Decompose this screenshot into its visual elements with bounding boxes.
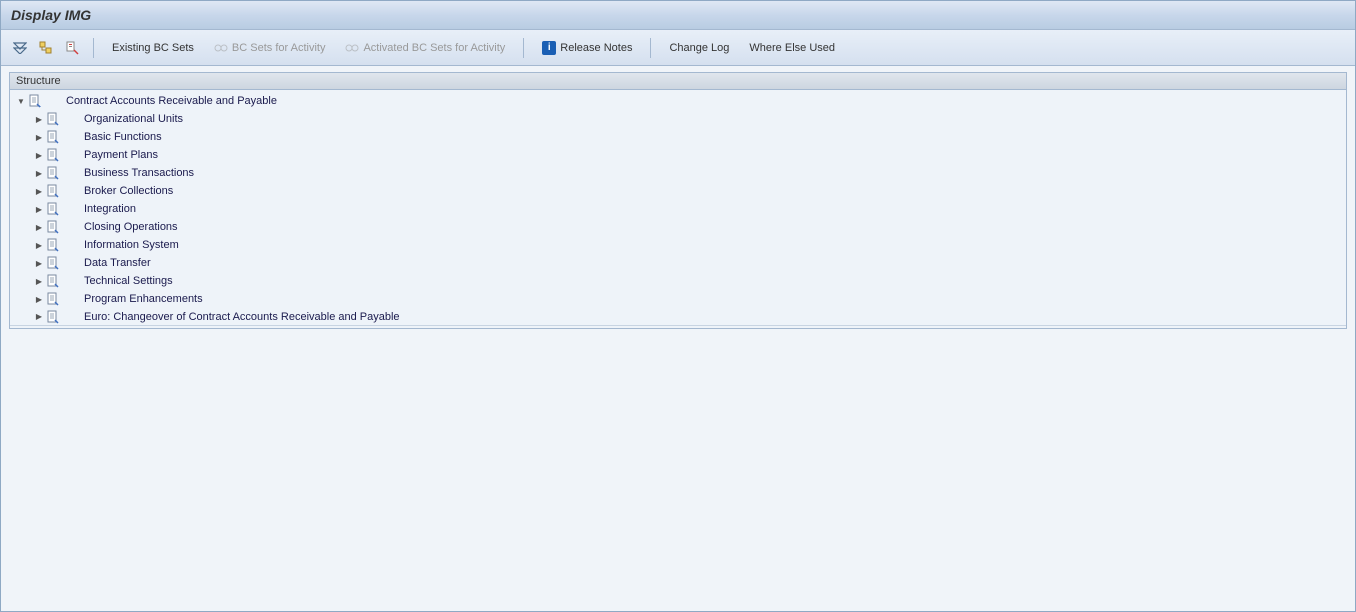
activated-bc-sets-button: Activated BC Sets for Activity <box>337 38 513 58</box>
tree-node[interactable]: ▶ Program Enhancements <box>10 290 1346 308</box>
document-icon[interactable] <box>46 238 60 252</box>
tree-node-label: Business Transactions <box>82 167 194 179</box>
title-bar: Display IMG <box>1 1 1355 30</box>
document-icon[interactable] <box>46 220 60 234</box>
document-icon[interactable] <box>28 94 42 108</box>
collapse-icon[interactable]: ▼ <box>16 96 26 106</box>
img-tree: ▼ Contract Accounts Receivable and Payab… <box>9 90 1347 329</box>
expand-icon[interactable]: ▶ <box>34 276 44 286</box>
bc-sets-for-activity-label: BC Sets for Activity <box>232 42 326 54</box>
toolbar-separator <box>93 38 94 58</box>
page-title: Display IMG <box>11 7 91 23</box>
tree-node-label: Integration <box>82 203 136 215</box>
where-else-used-label: Where Else Used <box>749 42 835 54</box>
tree-node-label: Euro: Changeover of Contract Accounts Re… <box>82 311 400 323</box>
tree-node-label: Data Transfer <box>82 257 151 269</box>
tree-node-label: Closing Operations <box>82 221 178 233</box>
expand-icon[interactable]: ▶ <box>34 204 44 214</box>
tree-node-label: Broker Collections <box>82 185 173 197</box>
tree-node[interactable]: ▶ Euro: Changeover of Contract Accounts … <box>10 308 1346 326</box>
document-icon[interactable] <box>46 310 60 324</box>
info-icon: i <box>542 41 556 55</box>
expand-icon[interactable]: ▶ <box>34 258 44 268</box>
tree-node-label: Organizational Units <box>82 113 183 125</box>
document-icon[interactable] <box>46 274 60 288</box>
glasses-icon <box>345 43 359 53</box>
expand-icon[interactable]: ▶ <box>34 168 44 178</box>
glasses-icon <box>214 43 228 53</box>
change-log-button[interactable]: Change Log <box>661 38 737 58</box>
document-icon[interactable] <box>46 148 60 162</box>
tree-root-label: Contract Accounts Receivable and Payable <box>64 95 277 107</box>
tree-node[interactable]: ▶ Integration <box>10 200 1346 218</box>
existing-bc-sets-label: Existing BC Sets <box>112 42 194 54</box>
document-icon[interactable] <box>46 130 60 144</box>
menu-dropdown-icon[interactable] <box>9 37 31 59</box>
document-icon[interactable] <box>46 256 60 270</box>
expand-tree-icon[interactable] <box>35 37 57 59</box>
tree-node[interactable]: ▶ Information System <box>10 236 1346 254</box>
existing-bc-sets-button[interactable]: Existing BC Sets <box>104 38 202 58</box>
tree-node-label: Technical Settings <box>82 275 173 287</box>
document-icon[interactable] <box>46 184 60 198</box>
activated-bc-sets-label: Activated BC Sets for Activity <box>363 42 505 54</box>
tree-node-label: Basic Functions <box>82 131 162 143</box>
document-icon[interactable] <box>46 292 60 306</box>
expand-icon[interactable]: ▶ <box>34 312 44 322</box>
bc-sets-for-activity-button: BC Sets for Activity <box>206 38 334 58</box>
expand-icon[interactable]: ▶ <box>34 294 44 304</box>
tree-node[interactable]: ▶ Closing Operations <box>10 218 1346 236</box>
tree-node-label: Payment Plans <box>82 149 158 161</box>
tree-root-node[interactable]: ▼ Contract Accounts Receivable and Payab… <box>10 92 1346 110</box>
tree-node[interactable]: ▶ Broker Collections <box>10 182 1346 200</box>
document-icon[interactable] <box>46 112 60 126</box>
expand-icon[interactable]: ▶ <box>34 222 44 232</box>
expand-icon[interactable]: ▶ <box>34 150 44 160</box>
tree-node-label: Information System <box>82 239 179 251</box>
change-log-label: Change Log <box>669 42 729 54</box>
tree-node-label: Program Enhancements <box>82 293 203 305</box>
expand-icon[interactable]: ▶ <box>34 240 44 250</box>
content-area: Structure ▼ Contract Accounts Receivable… <box>1 66 1355 611</box>
find-icon[interactable] <box>61 37 83 59</box>
toolbar-separator <box>523 38 524 58</box>
toolbar-separator <box>650 38 651 58</box>
tree-node[interactable]: ▶ Technical Settings <box>10 272 1346 290</box>
document-icon[interactable] <box>46 166 60 180</box>
expand-icon[interactable]: ▶ <box>34 186 44 196</box>
tree-node[interactable]: ▶ Business Transactions <box>10 164 1346 182</box>
toolbar: Existing BC Sets BC Sets for Activity Ac… <box>1 30 1355 66</box>
expand-icon[interactable]: ▶ <box>34 114 44 124</box>
tree-node[interactable]: ▶ Basic Functions <box>10 128 1346 146</box>
expand-icon[interactable]: ▶ <box>34 132 44 142</box>
release-notes-button[interactable]: i Release Notes <box>534 37 640 59</box>
app-window: Display IMG Existing BC <box>0 0 1356 612</box>
where-else-used-button[interactable]: Where Else Used <box>741 38 843 58</box>
release-notes-label: Release Notes <box>560 42 632 54</box>
structure-column-header[interactable]: Structure <box>9 72 1347 90</box>
tree-node[interactable]: ▶ Payment Plans <box>10 146 1346 164</box>
tree-node[interactable]: ▶ Data Transfer <box>10 254 1346 272</box>
document-icon[interactable] <box>46 202 60 216</box>
structure-header-label: Structure <box>16 75 61 87</box>
tree-node[interactable]: ▶ Organizational Units <box>10 110 1346 128</box>
